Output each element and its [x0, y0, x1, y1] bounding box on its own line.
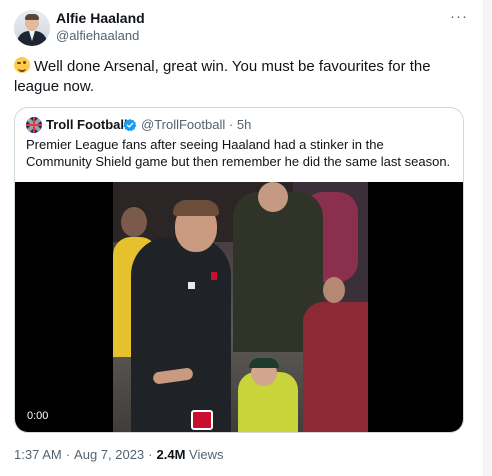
tweet-body: Well done Arsenal, great win. You must b… [14, 58, 431, 95]
verified-badge-icon [123, 118, 137, 132]
quoted-time[interactable]: 5h [237, 117, 251, 132]
tweet-card: Alfie Haaland @alfiehaaland ··· Well don… [0, 0, 480, 476]
video-player[interactable]: 0:00 [15, 182, 463, 432]
separator-dot: · [228, 117, 234, 132]
quoted-author-handle[interactable]: @TrollFootball [141, 117, 225, 132]
quoted-author-avatar[interactable] [26, 117, 42, 133]
tweet-text: Well done Arsenal, great win. You must b… [14, 57, 464, 97]
author-avatar[interactable] [14, 10, 50, 46]
quoted-handle-time[interactable]: @TrollFootball · 5h [141, 117, 251, 132]
quoted-text: Premier League fans after seeing Haaland… [26, 137, 451, 169]
meta-separator-2: · [148, 447, 153, 462]
video-frame [113, 182, 368, 432]
meta-separator: · [65, 447, 71, 462]
views-count: 2.4M [156, 447, 186, 462]
winking-face-emoji-icon [14, 57, 30, 73]
views-label: Views [189, 447, 224, 462]
quoted-tweet[interactable]: Troll Football @TrollFootball · 5h Premi… [14, 107, 464, 433]
author-handle[interactable]: @alfiehaaland [56, 28, 139, 43]
post-date[interactable]: Aug 7, 2023 [74, 447, 144, 462]
tweet-meta: 1:37 AM · Aug 7, 2023 · 2.4M Views [14, 447, 224, 462]
scrollbar[interactable] [483, 0, 492, 476]
author-name[interactable]: Alfie Haaland [56, 10, 145, 26]
more-options-icon[interactable]: ··· [448, 8, 470, 26]
quoted-author-name[interactable]: Troll Football [46, 117, 128, 132]
video-timecode: 0:00 [27, 410, 49, 422]
post-time[interactable]: 1:37 AM [14, 447, 62, 462]
